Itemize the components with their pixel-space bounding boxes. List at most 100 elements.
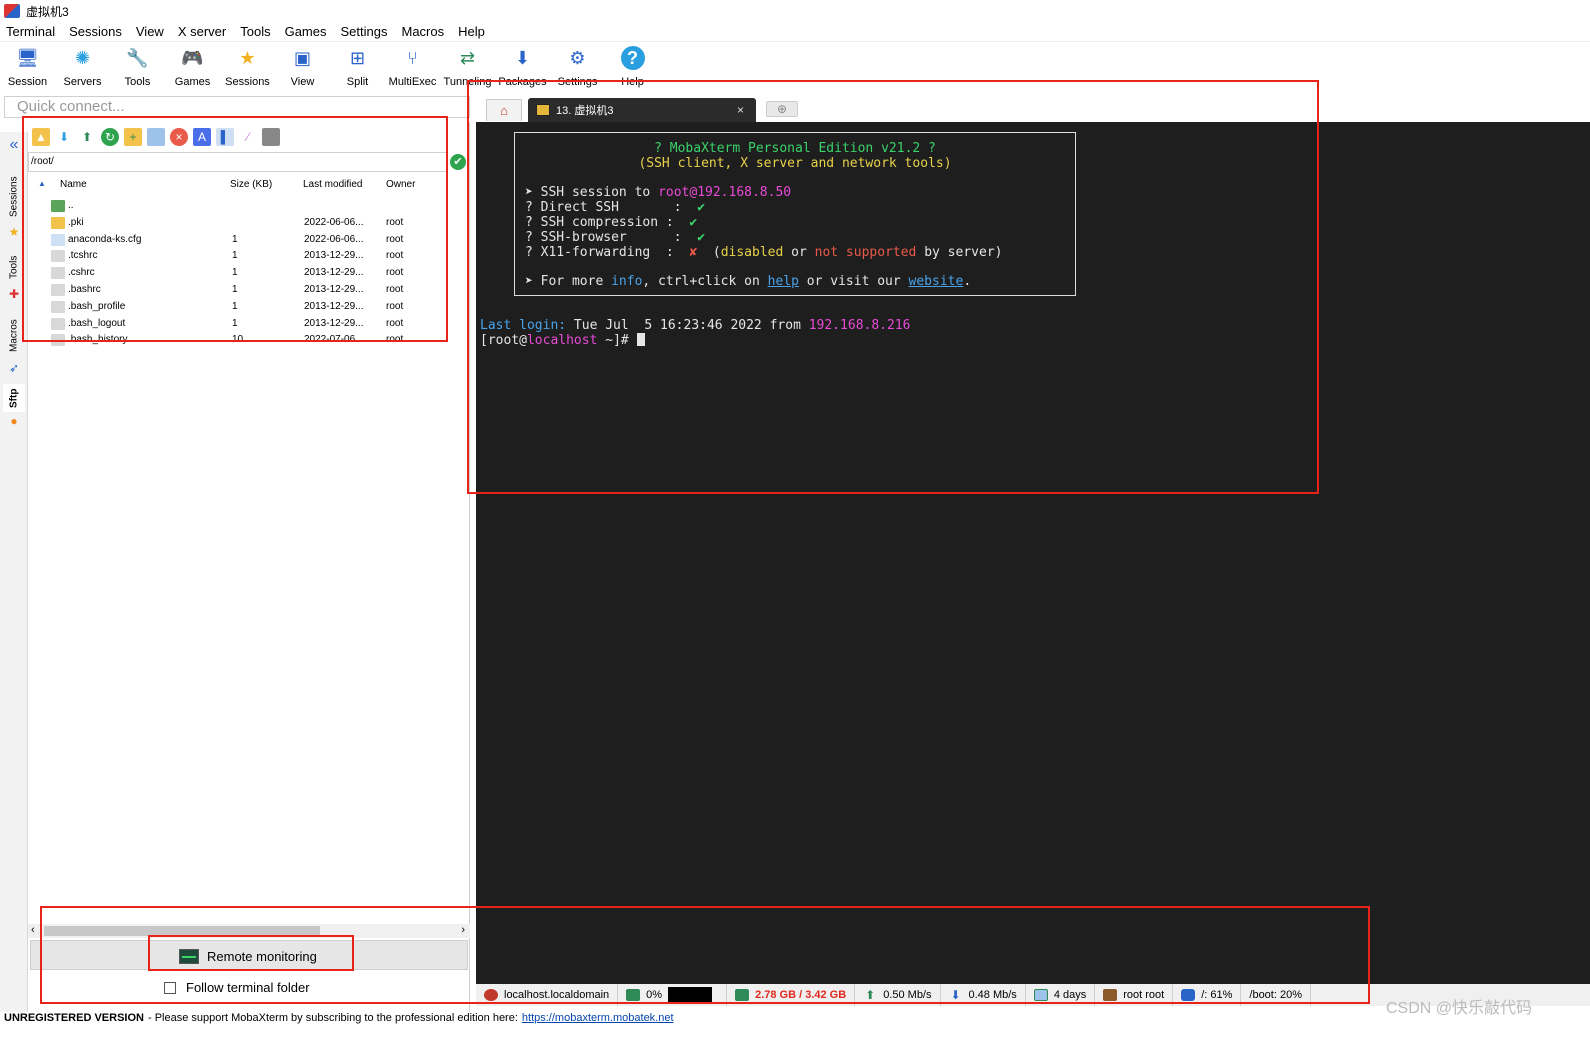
monitor-icon xyxy=(179,948,199,964)
file-row[interactable]: .bashrc 1 2013-12-29... root xyxy=(28,282,470,299)
banner-subtitle: (SSH client, X server and network tools) xyxy=(638,156,952,171)
toolbar-sessions-button[interactable]: ★ Sessions xyxy=(220,42,275,92)
scroll-left-icon[interactable]: ‹ xyxy=(31,924,35,936)
welcome-banner: ? MobaXterm Personal Edition v21.2 ? (SS… xyxy=(514,132,1076,296)
file-row[interactable]: .bash_profile 1 2013-12-29... root xyxy=(28,299,470,316)
follow-folder-checkbox[interactable] xyxy=(164,981,176,994)
new-tab-icon[interactable]: ⊕ xyxy=(766,101,798,117)
download-icon[interactable]: ⬇ xyxy=(55,128,73,146)
terminal-icon[interactable] xyxy=(262,128,280,146)
terminal-view[interactable]: ? MobaXterm Personal Edition v21.2 ? (SS… xyxy=(476,122,1590,984)
wand-icon[interactable]: ⁄ xyxy=(239,128,257,146)
scrollbar-thumb[interactable] xyxy=(44,926,320,936)
close-tab-icon[interactable]: × xyxy=(737,103,744,117)
session-icon: 🖥 xyxy=(16,48,39,68)
status-uptime: 4 days xyxy=(1026,984,1096,1006)
session-tab-label: 13. 虚拟机3 xyxy=(556,105,614,117)
file-size: 1 xyxy=(232,250,238,262)
menu-sessions[interactable]: Sessions xyxy=(69,24,122,39)
file-size: 1 xyxy=(232,283,238,295)
refresh-icon[interactable]: ↻ xyxy=(101,128,119,146)
file-size: 1 xyxy=(232,317,238,329)
tab-sftp[interactable]: Sftp xyxy=(3,384,25,412)
sftp-path-field[interactable]: /root/ xyxy=(28,152,448,172)
toolbar-session-button[interactable]: 🖥 Session xyxy=(0,42,55,92)
permissions-icon[interactable]: ▌ xyxy=(216,128,234,146)
column-last-modified[interactable]: Last modified xyxy=(303,179,362,190)
file-row[interactable]: .bash_logout 1 2013-12-29... root xyxy=(28,316,470,333)
file-modified: 2013-12-29... xyxy=(304,267,364,279)
file-name: anaconda-ks.cfg xyxy=(68,233,142,245)
mobatek-link[interactable]: https://mobaxterm.mobatek.net xyxy=(522,1012,674,1024)
file-name: .bash_profile xyxy=(68,300,126,312)
rename-icon[interactable]: A xyxy=(193,128,211,146)
split-icon: ⊞ xyxy=(349,48,366,68)
toolbar-view-button[interactable]: ▣ View xyxy=(275,42,330,92)
menu-settings[interactable]: Settings xyxy=(341,24,388,39)
toolbar-split-button[interactable]: ⊞ Split xyxy=(330,42,385,92)
menu-games[interactable]: Games xyxy=(285,24,327,39)
file-modified: 2022-06-06... xyxy=(304,233,364,245)
horizontal-scrollbar[interactable]: ‹ › xyxy=(28,924,470,938)
website-link[interactable]: website xyxy=(909,274,964,289)
menu-terminal[interactable]: Terminal xyxy=(6,24,55,39)
menu-macros[interactable]: Macros xyxy=(401,24,444,39)
home-tab-icon[interactable]: ⌂ xyxy=(486,99,522,121)
tab-sessions[interactable]: Sessions xyxy=(3,172,25,222)
column-owner[interactable]: Owner xyxy=(386,179,415,190)
upload-arrow-icon: ⬆ xyxy=(865,988,876,1002)
toolbar-servers-button[interactable]: ✺ Servers xyxy=(55,42,110,92)
file-name: .. xyxy=(68,200,74,211)
file-name: .tcshrc xyxy=(68,250,98,262)
tab-session-13[interactable]: 13. 虚拟机3 × xyxy=(528,98,756,122)
file-row[interactable]: .bash_history 10 2022-07-06... root xyxy=(28,332,470,349)
new-file-icon[interactable] xyxy=(147,128,165,146)
toolbar-games-button[interactable]: 🎮 Games xyxy=(165,42,220,92)
column-size[interactable]: Size (KB) xyxy=(230,179,272,190)
sort-asc-icon[interactable]: ▲ xyxy=(38,179,46,188)
terminal-cursor xyxy=(636,333,645,346)
new-folder-icon[interactable]: + xyxy=(124,128,142,146)
scroll-right-icon[interactable]: › xyxy=(461,924,465,936)
tab-macros[interactable]: Macros xyxy=(3,314,25,358)
download-arrow-icon: ⬇ xyxy=(950,988,961,1002)
toolbar-tunneling-button[interactable]: ⇄ Tunneling xyxy=(440,42,495,92)
follow-terminal-folder[interactable]: Follow terminal folder xyxy=(164,980,310,995)
quick-connect-input[interactable]: Quick connect... xyxy=(4,96,470,118)
toolbar-packages-button[interactable]: ⬇ Packages xyxy=(495,42,550,92)
file-size: 1 xyxy=(232,233,238,245)
menu-x-server[interactable]: X server xyxy=(178,24,226,39)
file-owner: root xyxy=(386,250,404,262)
menu-help[interactable]: Help xyxy=(458,24,485,39)
menu-view[interactable]: View xyxy=(136,24,164,39)
title-bar: 虚拟机3 xyxy=(0,0,1590,22)
column-name[interactable]: Name xyxy=(60,179,87,190)
help-link[interactable]: help xyxy=(768,274,799,289)
shell-prompt[interactable]: [root@localhost ~]# xyxy=(480,333,645,348)
toolbar-label: Games xyxy=(174,76,211,88)
path-ok-check-icon[interactable]: ✔ xyxy=(450,154,466,170)
file-size: 1 xyxy=(232,267,238,279)
star-icon: ★ xyxy=(8,225,20,239)
folder-icon xyxy=(51,216,65,229)
file-owner: root xyxy=(386,283,404,295)
upload-icon[interactable]: ⬆ xyxy=(78,128,96,146)
file-row[interactable]: .tcshrc 1 2013-12-29... root xyxy=(28,248,470,265)
toolbar-help-button[interactable]: ? Help xyxy=(605,42,660,92)
file-row[interactable]: .. xyxy=(28,198,470,215)
menu-tools[interactable]: Tools xyxy=(240,24,270,39)
tab-tools[interactable]: Tools xyxy=(3,250,25,284)
file-row[interactable]: .pki 2022-06-06... root xyxy=(28,215,470,232)
toolbar-settings-button[interactable]: ⚙ Settings xyxy=(550,42,605,92)
file-icon xyxy=(51,283,65,296)
file-row[interactable]: .cshrc 1 2013-12-29... root xyxy=(28,265,470,282)
collapse-chevron-icon[interactable]: « xyxy=(7,137,21,153)
multiexec-icon: ⑂ xyxy=(407,48,418,68)
tools-icon: 🔧 xyxy=(126,48,149,68)
open-folder-icon[interactable]: ▲ xyxy=(32,128,50,146)
delete-icon[interactable]: × xyxy=(170,128,188,146)
remote-monitoring-button[interactable]: Remote monitoring xyxy=(179,945,317,967)
toolbar-tools-button[interactable]: 🔧 Tools xyxy=(110,42,165,92)
toolbar-multiexec-button[interactable]: ⑂ MultiExec xyxy=(385,42,440,92)
file-row[interactable]: anaconda-ks.cfg 1 2022-06-06... root xyxy=(28,232,470,249)
